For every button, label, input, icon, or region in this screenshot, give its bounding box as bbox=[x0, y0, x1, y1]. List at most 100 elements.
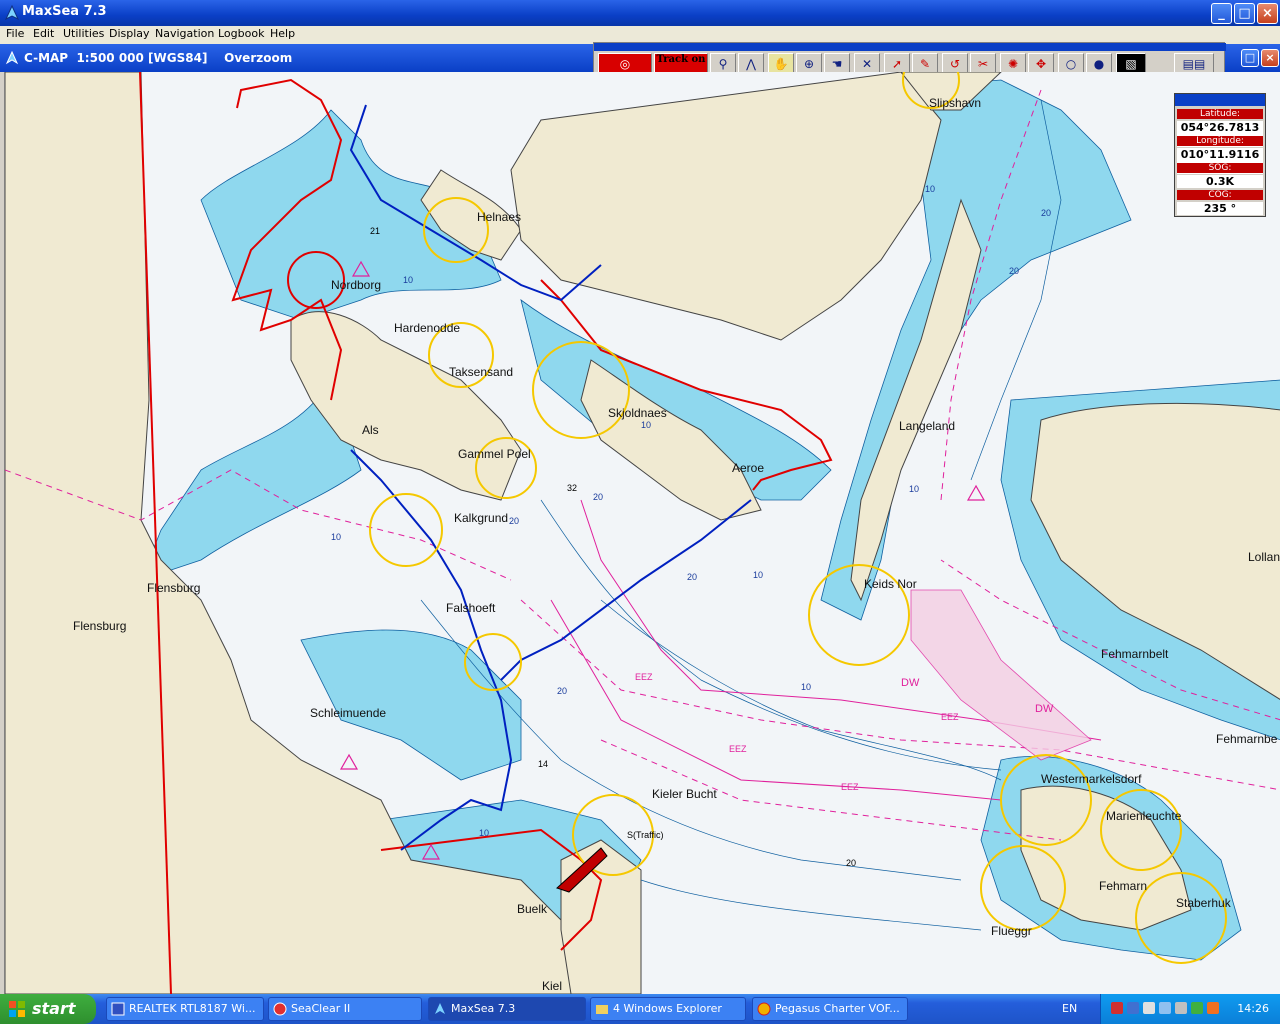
minimize-button[interactable]: _ bbox=[1211, 3, 1232, 24]
start-button[interactable]: start bbox=[0, 994, 96, 1024]
sounding: 32 bbox=[567, 483, 577, 493]
label-gammel-poel: Gammel Poel bbox=[458, 447, 531, 461]
label-fehmarnbe: Fehmarnbe bbox=[1216, 732, 1278, 746]
dw-label: DW bbox=[1035, 703, 1054, 715]
windows-flag-icon bbox=[9, 1001, 25, 1017]
sounding: 21 bbox=[370, 226, 380, 236]
eez-label: EEZ bbox=[635, 672, 653, 682]
task-realtek[interactable]: REALTEK RTL8187 Wi... bbox=[106, 997, 264, 1021]
depth-label: 10 bbox=[909, 484, 919, 494]
depth-label: 10 bbox=[641, 420, 651, 430]
sounding: 14 bbox=[538, 759, 548, 769]
depth-label: 10 bbox=[801, 682, 811, 692]
menu-utilities[interactable]: Utilities bbox=[63, 27, 104, 40]
menu-file[interactable]: File bbox=[6, 27, 24, 40]
depth-label: 20 bbox=[687, 572, 697, 582]
network-icon bbox=[111, 1002, 125, 1016]
label-schleimuende: Schleimuende bbox=[310, 706, 386, 720]
chart-canvas[interactable]: Slipshavn Helnaes Nordborg Hardenodde Ta… bbox=[5, 72, 1280, 994]
label-kalkgrund: Kalkgrund bbox=[454, 511, 508, 525]
seaclear-icon bbox=[273, 1002, 287, 1016]
maximize-button[interactable]: □ bbox=[1234, 3, 1255, 24]
app-title-bar: MaxSea 7.3 _ □ × bbox=[0, 0, 1280, 26]
longitude-label: Longitude: bbox=[1177, 136, 1263, 146]
label-slipshavn: Slipshavn bbox=[929, 96, 981, 110]
depth-label: 10 bbox=[403, 275, 413, 285]
chart-close-button[interactable]: × bbox=[1261, 49, 1279, 67]
speaker-icon[interactable] bbox=[1175, 1002, 1187, 1014]
chart-maximize-button[interactable]: □ bbox=[1241, 49, 1259, 67]
eez-label: EEZ bbox=[729, 744, 747, 754]
menu-navigation[interactable]: Navigation bbox=[155, 27, 214, 40]
nav-info-title-bar[interactable] bbox=[1175, 94, 1265, 106]
depth-label: 10 bbox=[331, 532, 341, 542]
menu-edit[interactable]: Edit bbox=[33, 27, 54, 40]
depth-label: 20 bbox=[1041, 208, 1051, 218]
label-staberhuk: Staberhuk bbox=[1176, 896, 1232, 910]
eez-label: EEZ bbox=[841, 782, 859, 792]
chart-window-title: C-MAP 1:500 000 [WGS84] Overzoom bbox=[24, 51, 293, 65]
chart-toolbar: ◎ Track on ⚲ ⋀ ✋ ⊕ ☚ ✕ ➚ ✎ ↺ ✂ ✺ ✥ ○ ● ▧… bbox=[593, 42, 1226, 76]
label-hardenodde: Hardenodde bbox=[394, 321, 460, 335]
nav-info-panel[interactable]: Latitude: 054°26.7813 N Longitude: 010°1… bbox=[1174, 93, 1266, 217]
label-skjoldnaes: Skjoldnaes bbox=[608, 406, 667, 420]
taskbar: start REALTEK RTL8187 Wi... SeaClear II … bbox=[0, 994, 1280, 1024]
tray-icon[interactable] bbox=[1191, 1002, 1203, 1014]
tray-icon[interactable] bbox=[1207, 1002, 1219, 1014]
label-kieler-bucht: Kieler Bucht bbox=[652, 787, 717, 801]
start-label: start bbox=[32, 999, 76, 1018]
menu-display[interactable]: Display bbox=[109, 27, 150, 40]
label-flensburg-2: Flensburg bbox=[73, 619, 126, 633]
label-als: Als bbox=[362, 423, 379, 437]
label-westermarkelsdorf: Westermarkelsdorf bbox=[1041, 772, 1142, 786]
sog-label: SOG: bbox=[1177, 163, 1263, 173]
sounding: 20 bbox=[846, 858, 856, 868]
depth-label: 20 bbox=[593, 492, 603, 502]
label-kiel: Kiel bbox=[542, 979, 562, 993]
window-title: MaxSea 7.3 bbox=[22, 4, 107, 19]
clock[interactable]: 14:26 bbox=[1237, 1002, 1269, 1015]
menu-logbook[interactable]: Logbook bbox=[218, 27, 264, 40]
label-taksensand: Taksensand bbox=[449, 365, 513, 379]
label-fehmarn: Fehmarn bbox=[1099, 879, 1147, 893]
toolbar-drag-handle[interactable] bbox=[594, 43, 1226, 51]
label-buelk: Buelk bbox=[517, 902, 548, 916]
label-keids-nor: Keids Nor bbox=[864, 577, 917, 591]
tray-icon[interactable] bbox=[1111, 1002, 1123, 1014]
menu-help[interactable]: Help bbox=[270, 27, 295, 40]
maxsea-app-icon bbox=[4, 5, 20, 21]
task-seaclear[interactable]: SeaClear II bbox=[268, 997, 422, 1021]
cog-value: 235 ° bbox=[1177, 202, 1263, 215]
nautical-chart[interactable]: Slipshavn Helnaes Nordborg Hardenodde Ta… bbox=[4, 72, 1280, 994]
label-nordborg: Nordborg bbox=[331, 278, 381, 292]
label-marienleuchte: Marienleuchte bbox=[1106, 809, 1182, 823]
language-indicator[interactable]: EN bbox=[1062, 1002, 1077, 1015]
label-flensburg-1: Flensburg bbox=[147, 581, 200, 595]
latitude-label: Latitude: bbox=[1177, 109, 1263, 119]
cog-label: COG: bbox=[1177, 190, 1263, 200]
maxsea-icon bbox=[435, 1003, 445, 1014]
caution-icons bbox=[339, 260, 986, 860]
tray-icon[interactable] bbox=[1159, 1002, 1171, 1014]
label-aeroe: Aeroe bbox=[732, 461, 764, 475]
tray-icon[interactable] bbox=[1127, 1002, 1139, 1014]
depth-label: 10 bbox=[753, 570, 763, 580]
label-traffic: S(Traffic) bbox=[627, 830, 664, 840]
eez-label: EEZ bbox=[941, 712, 959, 722]
task-pegasus[interactable]: Pegasus Charter VOF... bbox=[752, 997, 908, 1021]
system-tray: 14:26 bbox=[1100, 994, 1280, 1024]
folder-icon bbox=[596, 1005, 608, 1014]
depth-label: 20 bbox=[509, 516, 519, 526]
signal-icon[interactable] bbox=[1143, 1002, 1155, 1014]
label-lollan: Lollan bbox=[1248, 550, 1280, 564]
label-helnaes: Helnaes bbox=[477, 210, 521, 224]
label-falshoeft: Falshoeft bbox=[446, 601, 496, 615]
label-langeland: Langeland bbox=[899, 419, 955, 433]
label-fehmarnbelt: Fehmarnbelt bbox=[1101, 647, 1169, 661]
depth-label: 20 bbox=[1009, 266, 1019, 276]
close-button[interactable]: × bbox=[1257, 3, 1278, 24]
depth-label: 10 bbox=[479, 828, 489, 838]
task-explorer[interactable]: 4 Windows Explorer bbox=[590, 997, 746, 1021]
task-maxsea[interactable]: MaxSea 7.3 bbox=[428, 997, 586, 1021]
sog-value: 0.3K bbox=[1177, 175, 1263, 188]
